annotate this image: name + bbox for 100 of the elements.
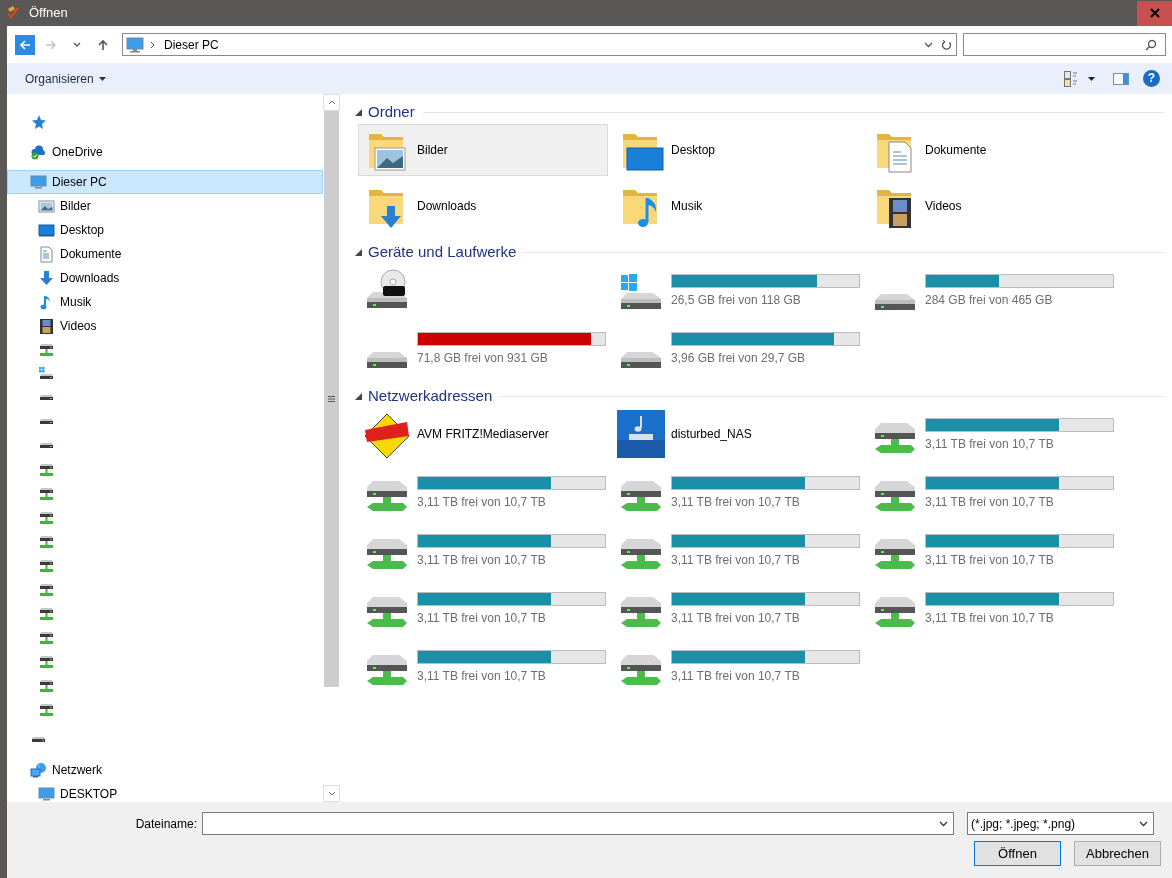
- filename-field[interactable]: [202, 812, 954, 835]
- drive-tile[interactable]: 71,8 GB frei von 931 GB: [358, 322, 608, 376]
- drive-tile[interactable]: 3,11 TB frei von 10,7 TB: [358, 466, 608, 520]
- preview-pane-icon: [1113, 72, 1129, 85]
- nav-item[interactable]: Dokumente: [7, 242, 323, 266]
- network-drive-icon: [38, 581, 55, 599]
- network-drive-icon: [38, 701, 55, 719]
- chevron-down-icon: [924, 41, 933, 48]
- forward-arrow-icon: [45, 38, 57, 51]
- network-drive-icon: [38, 533, 55, 551]
- chevron-down-icon: [73, 41, 81, 48]
- network-drive-icon: [38, 629, 55, 647]
- drive-usage-text: 3,11 TB frei von 10,7 TB: [417, 667, 547, 685]
- folder-tile[interactable]: Bilder: [358, 124, 608, 176]
- computer-icon: [38, 785, 55, 803]
- grip-icon: [328, 396, 335, 402]
- drive-tile[interactable]: 26,5 GB frei von 118 GB: [612, 264, 862, 318]
- drive-usage-text: 26,5 GB frei von 118 GB: [671, 291, 802, 309]
- drive-usage-text: 3,11 TB frei von 10,7 TB: [925, 435, 1055, 453]
- drive-tile[interactable]: 3,11 TB frei von 10,7 TB: [866, 408, 1116, 462]
- back-button[interactable]: [15, 34, 35, 55]
- nav-item[interactable]: OneDrive: [7, 140, 323, 164]
- drive-tile[interactable]: 3,11 TB frei von 10,7 TB: [612, 524, 862, 578]
- scroll-up-button[interactable]: [323, 94, 340, 111]
- scrollbar-thumb[interactable]: [324, 111, 339, 687]
- network-drive-icon: [38, 653, 55, 671]
- chevron-up-icon: [327, 100, 336, 105]
- documents-icon: [38, 245, 55, 263]
- drive-usage-text: 3,11 TB frei von 10,7 TB: [417, 609, 547, 627]
- close-icon: [1149, 8, 1160, 18]
- drive-tile[interactable]: 3,11 TB frei von 10,7 TB: [612, 582, 862, 636]
- chevron-down-icon: [327, 791, 336, 796]
- network-drive-icon: [38, 557, 55, 575]
- drive-usage-text: 71,8 GB frei von 931 GB: [417, 349, 549, 367]
- network-drive-icon: [38, 461, 55, 479]
- close-button[interactable]: [1137, 0, 1172, 26]
- folder-tile[interactable]: Dokumente: [866, 124, 1116, 176]
- drive-tile[interactable]: 3,11 TB frei von 10,7 TB: [612, 466, 862, 520]
- drive-usage-text: 284 GB frei von 465 GB: [925, 291, 1054, 309]
- drive-usage-text: 3,11 TB frei von 10,7 TB: [671, 551, 801, 569]
- view-icon: [1063, 70, 1078, 87]
- file-type-dropdown[interactable]: (*.jpg; *.jpeg; *.png): [967, 812, 1154, 835]
- vertical-scrollbar[interactable]: [323, 94, 340, 802]
- scroll-down-button[interactable]: [323, 785, 340, 802]
- nav-item[interactable]: Videos: [7, 314, 323, 338]
- drive-tile[interactable]: 3,96 GB frei von 29,7 GB: [612, 322, 862, 376]
- nav-item[interactable]: Downloads: [7, 266, 323, 290]
- organize-menu-button[interactable]: Organisieren: [7, 69, 116, 88]
- expanded-triangle-icon: [354, 392, 362, 400]
- drive-icon: [30, 736, 47, 744]
- drive-icon: [38, 394, 55, 402]
- breadcrumb-item[interactable]: Dieser PC: [164, 35, 924, 54]
- drive-tile[interactable]: 3,11 TB frei von 10,7 TB: [358, 524, 608, 578]
- drive-usage-text: 3,96 GB frei von 29,7 GB: [671, 349, 807, 367]
- nav-item[interactable]: Dieser PC: [7, 170, 323, 194]
- drive-usage-text: 3,11 TB frei von 10,7 TB: [925, 551, 1055, 569]
- nas-logo-icon: [617, 410, 665, 458]
- network-icon: [30, 761, 47, 779]
- drive-usage-text: 3,11 TB frei von 10,7 TB: [671, 667, 801, 685]
- pictures-icon: [38, 197, 55, 215]
- section-title: Geräte und Laufwerke: [368, 241, 517, 262]
- nav-item[interactable]: Netzwerk: [7, 758, 323, 782]
- desktop-icon: [38, 221, 55, 239]
- quick-access-icon: [30, 113, 47, 131]
- dialog-button[interactable]: Abbrechen: [1074, 841, 1161, 866]
- nav-item[interactable]: Desktop: [7, 218, 323, 242]
- window-title: Öffnen: [29, 4, 69, 23]
- folder-tile[interactable]: Downloads: [358, 180, 608, 232]
- address-bar[interactable]: Dieser PC: [122, 33, 957, 56]
- nav-item[interactable]: Bilder: [7, 194, 323, 218]
- drive-tile[interactable]: 284 GB frei von 465 GB: [866, 264, 1116, 318]
- folder-tile[interactable]: Desktop: [612, 124, 862, 176]
- drive-tile[interactable]: 3,11 TB frei von 10,7 TB: [612, 640, 862, 694]
- drive-usage-text: 3,11 TB frei von 10,7 TB: [417, 493, 547, 511]
- search-field[interactable]: [963, 33, 1166, 56]
- drive-tile[interactable]: 3,11 TB frei von 10,7 TB: [866, 582, 1116, 636]
- nav-item[interactable]: Musik: [7, 290, 323, 314]
- caret-icon: [1087, 76, 1095, 81]
- drive-tile[interactable]: disturbed_NAS: [612, 408, 862, 460]
- network-drive-icon: [38, 341, 55, 359]
- back-arrow-icon: [19, 38, 31, 51]
- drive-icon: [38, 418, 55, 426]
- network-drive-icon: [38, 605, 55, 623]
- drive-tile[interactable]: 3,11 TB frei von 10,7 TB: [866, 466, 1116, 520]
- folder-tile[interactable]: Videos: [866, 180, 1116, 232]
- folder-tile[interactable]: Musik: [612, 180, 862, 232]
- dialog-button[interactable]: Öffnen: [974, 841, 1061, 866]
- help-button[interactable]: ?: [1143, 70, 1160, 87]
- computer-icon: [126, 36, 144, 53]
- refresh-icon: [941, 38, 952, 51]
- chevron-down-icon: [939, 820, 948, 827]
- drive-tile[interactable]: 3,11 TB frei von 10,7 TB: [358, 640, 608, 694]
- section-title: Ordner: [368, 101, 415, 122]
- drive-tile[interactable]: 3,11 TB frei von 10,7 TB: [358, 582, 608, 636]
- drive-tile[interactable]: AVM FRITZ!Mediaserver: [358, 408, 608, 460]
- nav-item[interactable]: DESKTOP: [7, 782, 323, 806]
- drive-usage-text: 3,11 TB frei von 10,7 TB: [671, 493, 801, 511]
- drive-tile[interactable]: 3,11 TB frei von 10,7 TB: [866, 524, 1116, 578]
- app-icon: [5, 5, 21, 21]
- search-icon: [1145, 38, 1157, 51]
